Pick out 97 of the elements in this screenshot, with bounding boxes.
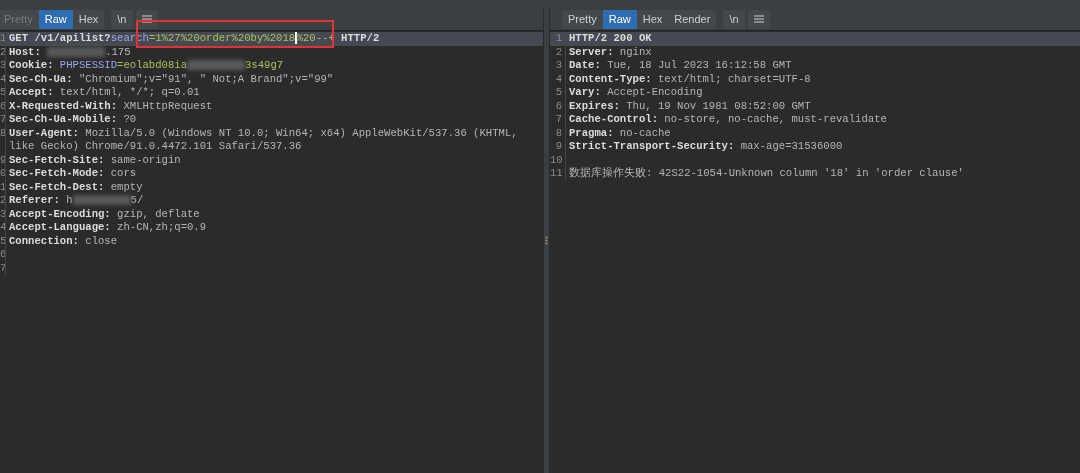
text-cursor bbox=[295, 32, 297, 45]
code-text: 3s49g7 bbox=[245, 59, 284, 71]
line-number: 1 bbox=[555, 32, 562, 44]
code-text: Accept: bbox=[9, 86, 55, 98]
code-text: cors bbox=[110, 167, 137, 179]
line-number: 7 bbox=[0, 261, 5, 274]
code-text: text/html; charset=UTF-8 bbox=[658, 72, 811, 85]
code-text: Accept-Encoding: bbox=[9, 207, 112, 220]
code-text: "Chromium";v="91", " Not;A Brand";v="99" bbox=[78, 72, 334, 85]
code-text: Expires: bbox=[569, 99, 621, 112]
line-number: 9 bbox=[555, 140, 562, 152]
code-text: Date: bbox=[569, 59, 602, 71]
redacted-blur bbox=[72, 195, 131, 206]
tab[interactable]: Render bbox=[668, 9, 717, 29]
code-text: text/html, */*; q=0.01 bbox=[59, 86, 200, 98]
code-text: Pragma: bbox=[569, 126, 615, 139]
code-text: h bbox=[66, 194, 73, 206]
code-text: Cache-Control: bbox=[569, 113, 659, 125]
code-text: no-store, no-cache, must-revalidate bbox=[664, 113, 887, 125]
code-text: HTTP/2 200 OK bbox=[569, 32, 652, 44]
code-text: max-age=31536000 bbox=[740, 140, 843, 152]
code-text: Connection: bbox=[9, 234, 80, 247]
tab[interactable]: Hex bbox=[636, 9, 669, 29]
menu-icon bbox=[141, 15, 152, 23]
code-text: Thu, 19 Nov 1981 08:52:00 GMT bbox=[626, 99, 811, 112]
line-number: 6 bbox=[0, 248, 5, 260]
code-text: Vary: bbox=[569, 86, 602, 98]
code-text: PHPSESSID bbox=[59, 59, 118, 71]
tab[interactable]: Raw bbox=[38, 9, 73, 29]
code-text: Sec-Ch-Ua: bbox=[9, 72, 74, 85]
code-text: Cookie: bbox=[9, 59, 55, 71]
line-number: 5 bbox=[555, 86, 562, 98]
code-text: zh-CN,zh;q=0.9 bbox=[117, 221, 207, 233]
code-text: User-Agent: bbox=[9, 126, 80, 139]
drag-handle-icon[interactable] bbox=[545, 236, 548, 245]
code-text: Tue, 18 Jul 2023 16:12:58 GMT bbox=[607, 59, 792, 71]
line-number: 6 bbox=[555, 99, 562, 112]
line-number: 0 bbox=[0, 167, 5, 179]
line-number: 8 bbox=[0, 126, 5, 139]
code-text: 数据库操作失败: 42S22-1054-Unknown column '18' in 'order clause' bbox=[569, 167, 964, 179]
tab[interactable]: Pretty bbox=[562, 9, 603, 29]
code-text: Sec-Ch-Ua-Mobile: bbox=[9, 113, 119, 125]
code-text: =1%27%20order%20by%2018 bbox=[148, 32, 296, 44]
code-text: Sec-Fetch-Site: bbox=[9, 153, 106, 166]
newline-toggle-button[interactable]: \n bbox=[723, 9, 745, 29]
tab[interactable]: Hex bbox=[72, 9, 105, 29]
line-number: 7 bbox=[555, 113, 562, 125]
line-number: 2 bbox=[0, 45, 5, 58]
menu-icon bbox=[753, 15, 764, 23]
code-text: GET /v1/apilist? bbox=[9, 32, 111, 44]
line-number: 10 bbox=[550, 153, 563, 166]
line-number: 6 bbox=[0, 99, 5, 112]
line-number: 3 bbox=[555, 59, 562, 71]
line-number: 4 bbox=[555, 72, 562, 85]
code-text: Accept-Language: bbox=[9, 221, 112, 233]
code-text: empty bbox=[110, 180, 143, 193]
code-text: ?0 bbox=[123, 113, 137, 125]
code-text: Host: bbox=[9, 45, 42, 58]
newline-toggle-button[interactable]: \n bbox=[111, 9, 133, 29]
line-number: 2 bbox=[555, 45, 562, 58]
menu-button[interactable] bbox=[747, 9, 770, 29]
code-text: like Gecko) Chrome/91.0.4472.101 Safari/537.36 bbox=[9, 140, 302, 152]
code-text: .175 bbox=[105, 45, 131, 58]
code-text: Accept-Encoding bbox=[607, 86, 703, 98]
line-number: 3 bbox=[0, 59, 5, 71]
code-text: HTTP/2 bbox=[340, 32, 380, 44]
code-text: 5/ bbox=[130, 194, 144, 206]
line-number: 9 bbox=[0, 153, 5, 166]
line-number: 1 bbox=[0, 180, 5, 193]
code-text: Sec-Fetch-Mode: bbox=[9, 167, 106, 179]
code-text: same-origin bbox=[110, 153, 181, 166]
code-text: Referer: bbox=[9, 194, 61, 206]
code-text: Server: bbox=[569, 45, 615, 58]
code-text: Strict-Transport-Security: bbox=[569, 140, 736, 152]
code-text: Mozilla/5.0 (Windows NT 10.0; Win64; x64) AppleWebKit/537.36 (KHTML, bbox=[85, 126, 518, 139]
line-number: 8 bbox=[555, 126, 562, 139]
code-text: nginx bbox=[619, 45, 652, 58]
code-text: X-Requested-With: bbox=[9, 99, 119, 112]
redacted-blur bbox=[47, 46, 106, 57]
tab[interactable]: Raw bbox=[602, 9, 637, 29]
line-number: 7 bbox=[0, 113, 5, 125]
line-number: 5 bbox=[0, 86, 5, 98]
line-number: 4 bbox=[0, 221, 5, 233]
line-number: 5 bbox=[0, 234, 5, 247]
code-text: =eolabd08ia bbox=[117, 59, 187, 71]
code-text: Sec-Fetch-Dest: bbox=[9, 180, 106, 193]
code-text: close bbox=[85, 234, 118, 247]
line-number: 11 bbox=[550, 167, 563, 179]
redacted-blur bbox=[187, 60, 245, 71]
line-number: 4 bbox=[0, 72, 5, 85]
line-number: 2 bbox=[0, 194, 5, 206]
code-text: Content-Type: bbox=[569, 72, 653, 85]
line-number: 1 bbox=[0, 32, 5, 44]
code-text: gzip, deflate bbox=[117, 207, 200, 220]
code-text: no-cache bbox=[619, 126, 671, 139]
line-number: 3 bbox=[0, 207, 5, 220]
code-text: XMLHttpRequest bbox=[123, 99, 213, 112]
